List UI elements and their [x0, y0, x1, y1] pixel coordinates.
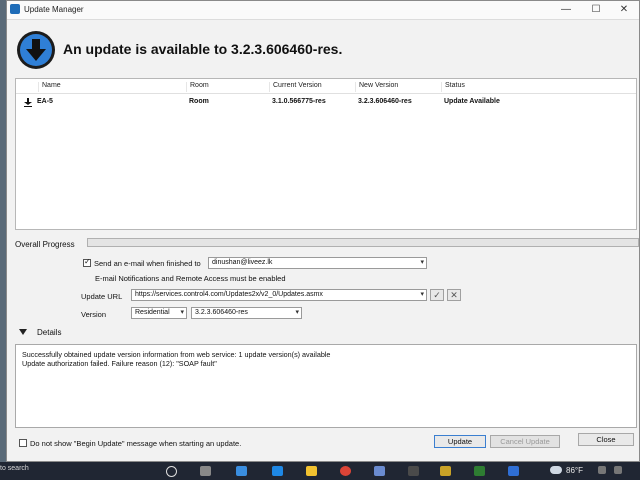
update-header: An update is available to 3.2.3.606460-r…	[13, 27, 613, 73]
task-view-icon[interactable]	[200, 466, 211, 476]
app-icon[interactable]	[374, 466, 385, 476]
taskbar-search[interactable]: to search	[0, 465, 29, 472]
details-toggle-icon[interactable]	[19, 329, 27, 335]
app-icon[interactable]	[440, 466, 451, 476]
cell-name: EA-5	[37, 98, 53, 105]
dont-show-begin-update-label: Do not show "Begin Update" message when …	[30, 439, 242, 448]
update-url-label: Update URL	[81, 292, 123, 301]
table-row[interactable]: EA-5 Room 3.1.0.566775-res 3.2.3.606460-…	[16, 97, 636, 109]
chrome-icon[interactable]	[340, 466, 351, 476]
version-type-select[interactable]: Residential ▾	[131, 307, 187, 319]
title-bar: Update Manager — ☐ ✕	[7, 1, 639, 20]
close-window-button[interactable]: ✕	[611, 3, 637, 17]
update-button[interactable]: Update	[434, 435, 486, 448]
update-message: An update is available to 3.2.3.606460-r…	[63, 41, 343, 57]
cell-status: Update Available	[444, 98, 500, 105]
overall-progress-label: Overall Progress	[15, 240, 75, 249]
column-room[interactable]: Room	[186, 82, 209, 92]
x-icon: ✕	[450, 290, 458, 300]
taskbar: to search 86°F	[0, 462, 640, 480]
chevron-down-icon[interactable]: ▾	[295, 308, 299, 318]
version-number-select[interactable]: 3.2.3.606460-res ▾	[191, 307, 302, 319]
weather-temperature[interactable]: 86°F	[566, 466, 583, 475]
update-manager-window: Update Manager — ☐ ✕ An update is availa…	[6, 0, 640, 462]
column-name[interactable]: Name	[38, 82, 61, 92]
minimize-button[interactable]: —	[553, 3, 579, 17]
email-checkbox[interactable]	[83, 257, 91, 267]
email-checkbox-label: Send an e-mail when finished to	[94, 259, 201, 268]
cloud-icon[interactable]	[550, 466, 562, 474]
update-url-value: https://services.control4.com/Updates2x/…	[135, 291, 323, 298]
chevron-down-icon[interactable]: ▾	[420, 290, 424, 300]
email-address-field[interactable]: dinushan@liveez.lk ▾	[208, 257, 427, 269]
store-icon[interactable]	[236, 466, 247, 476]
email-note: E-mail Notifications and Remote Access m…	[95, 274, 286, 283]
download-icon	[24, 98, 32, 107]
update-list[interactable]: Name Room Current Version New Version St…	[15, 78, 637, 230]
version-type-value: Residential	[135, 309, 170, 316]
cell-current-version: 3.1.0.566775-res	[272, 98, 326, 105]
close-button[interactable]: Close	[578, 433, 634, 446]
file-explorer-icon[interactable]	[306, 466, 317, 476]
cell-new-version: 3.2.3.606460-res	[358, 98, 412, 105]
update-url-field[interactable]: https://services.control4.com/Updates2x/…	[131, 289, 427, 301]
download-arrow-icon	[17, 31, 55, 69]
clear-url-button[interactable]: ✕	[447, 289, 461, 301]
app-icon[interactable]	[474, 466, 485, 476]
column-status[interactable]: Status	[441, 82, 465, 92]
app-icon[interactable]	[508, 466, 519, 476]
details-log[interactable]: Successfully obtained update version inf…	[15, 344, 637, 428]
tray-icon[interactable]	[598, 466, 606, 474]
cell-room: Room	[189, 98, 209, 105]
app-icon	[10, 4, 20, 14]
overall-progress-bar	[87, 238, 639, 247]
grid-header: Name Room Current Version New Version St…	[16, 79, 636, 94]
column-current-version[interactable]: Current Version	[269, 82, 322, 92]
version-label: Version	[81, 310, 107, 319]
email-address-value: dinushan@liveez.lk	[212, 259, 273, 266]
window-title: Update Manager	[24, 5, 84, 14]
chevron-down-icon[interactable]: ▾	[420, 258, 424, 268]
details-label[interactable]: Details	[37, 328, 61, 337]
version-number-value: 3.2.3.606460-res	[195, 309, 248, 316]
search-icon[interactable]	[166, 466, 177, 477]
verify-url-button[interactable]: ✓	[430, 289, 444, 301]
log-line: Update authorization failed. Failure rea…	[22, 359, 217, 368]
dont-show-begin-update-checkbox[interactable]	[19, 439, 27, 447]
maximize-button[interactable]: ☐	[583, 3, 609, 17]
app-icon[interactable]	[408, 466, 419, 476]
chevron-down-icon[interactable]: ▾	[180, 308, 184, 318]
checkmark-icon: ✓	[433, 290, 441, 300]
log-line: Successfully obtained update version inf…	[22, 350, 331, 359]
edge-icon[interactable]	[272, 466, 283, 476]
column-new-version[interactable]: New Version	[355, 82, 398, 92]
cancel-update-button[interactable]: Cancel Update	[490, 435, 560, 448]
tray-icon[interactable]	[614, 466, 622, 474]
